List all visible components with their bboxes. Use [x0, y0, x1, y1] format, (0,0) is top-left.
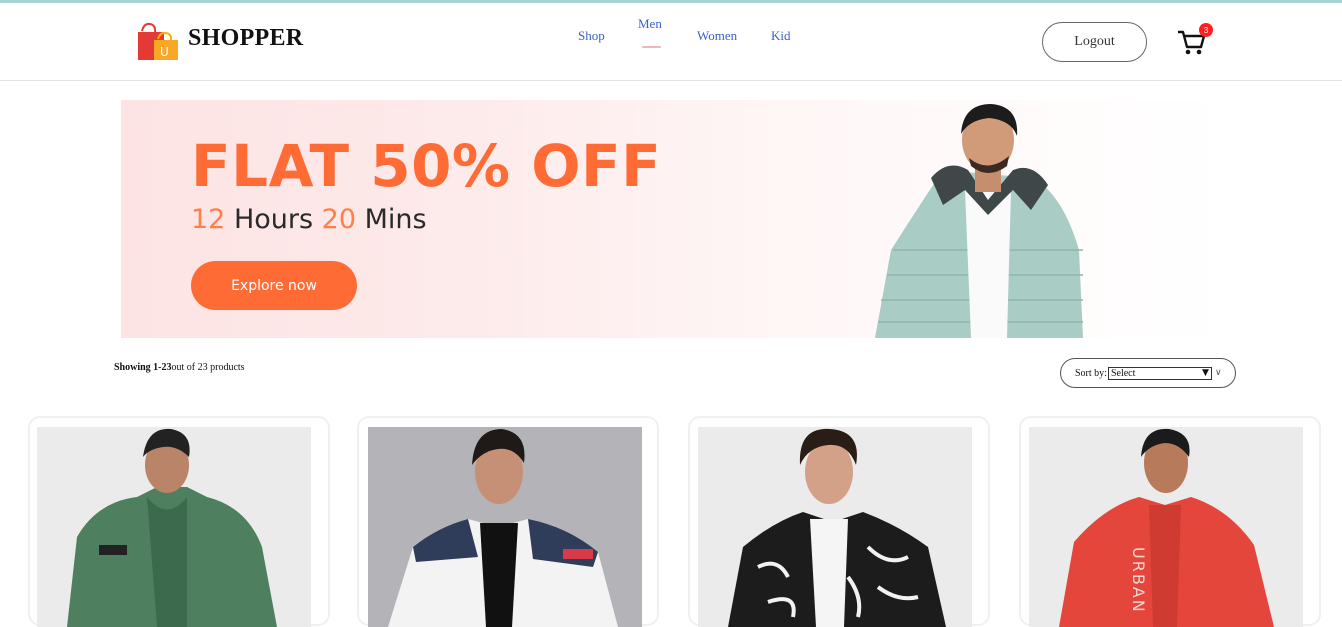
- chevron-down-icon: ▼: [1202, 368, 1209, 378]
- svg-text:U: U: [160, 45, 169, 59]
- navbar: U SHOPPER Shop Men Women Kid Logout 3: [0, 3, 1342, 81]
- banner-title: FLAT 50% OFF: [191, 132, 662, 200]
- sort-select-value: Select: [1110, 367, 1136, 379]
- shopping-bag-icon: U: [138, 22, 178, 60]
- sort-label: Sort by:: [1075, 367, 1107, 379]
- results-range: Showing 1-23: [114, 362, 172, 373]
- logout-button[interactable]: Logout: [1042, 22, 1147, 62]
- product-card[interactable]: URBAN: [1019, 416, 1321, 627]
- explore-now-button[interactable]: Explore now: [191, 261, 357, 310]
- nav-women[interactable]: Women: [697, 28, 737, 44]
- svg-text:URBAN: URBAN: [1129, 547, 1148, 614]
- product-image: [698, 427, 972, 627]
- brand-name: SHOPPER: [188, 24, 304, 51]
- results-count: Showing 1-23out of 23 products: [114, 362, 245, 373]
- nav-active-underline: [642, 46, 661, 48]
- sort-select[interactable]: Select ▼: [1107, 366, 1212, 380]
- product-card[interactable]: [28, 416, 330, 627]
- product-card[interactable]: [357, 416, 659, 627]
- banner-countdown: 12 Hours 20 Mins: [191, 204, 427, 235]
- product-image: [37, 427, 311, 627]
- product-image: URBAN: [1029, 427, 1303, 627]
- countdown-hours-label: Hours: [225, 204, 322, 235]
- countdown-hours: 12: [191, 204, 226, 235]
- nav-shop[interactable]: Shop: [578, 28, 605, 44]
- product-image: [368, 427, 642, 627]
- brand-logo[interactable]: U SHOPPER: [136, 21, 303, 63]
- sort-control: Sort by: Select ▼ ∨: [1060, 358, 1236, 388]
- banner-model-image: [875, 104, 1083, 338]
- sort-caret-icon: ∨: [1214, 368, 1222, 378]
- nav-men[interactable]: Men: [638, 16, 662, 32]
- cart-count-badge: 3: [1199, 23, 1213, 37]
- countdown-mins-label: Mins: [356, 204, 427, 235]
- product-card[interactable]: [688, 416, 990, 627]
- cart-button[interactable]: 3: [1176, 23, 1213, 59]
- results-total: out of 23 products: [171, 362, 245, 373]
- promo-banner: FLAT 50% OFF 12 Hours 20 Mins Explore no…: [121, 100, 1223, 338]
- nav-kid[interactable]: Kid: [771, 28, 791, 44]
- countdown-mins: 20: [321, 204, 356, 235]
